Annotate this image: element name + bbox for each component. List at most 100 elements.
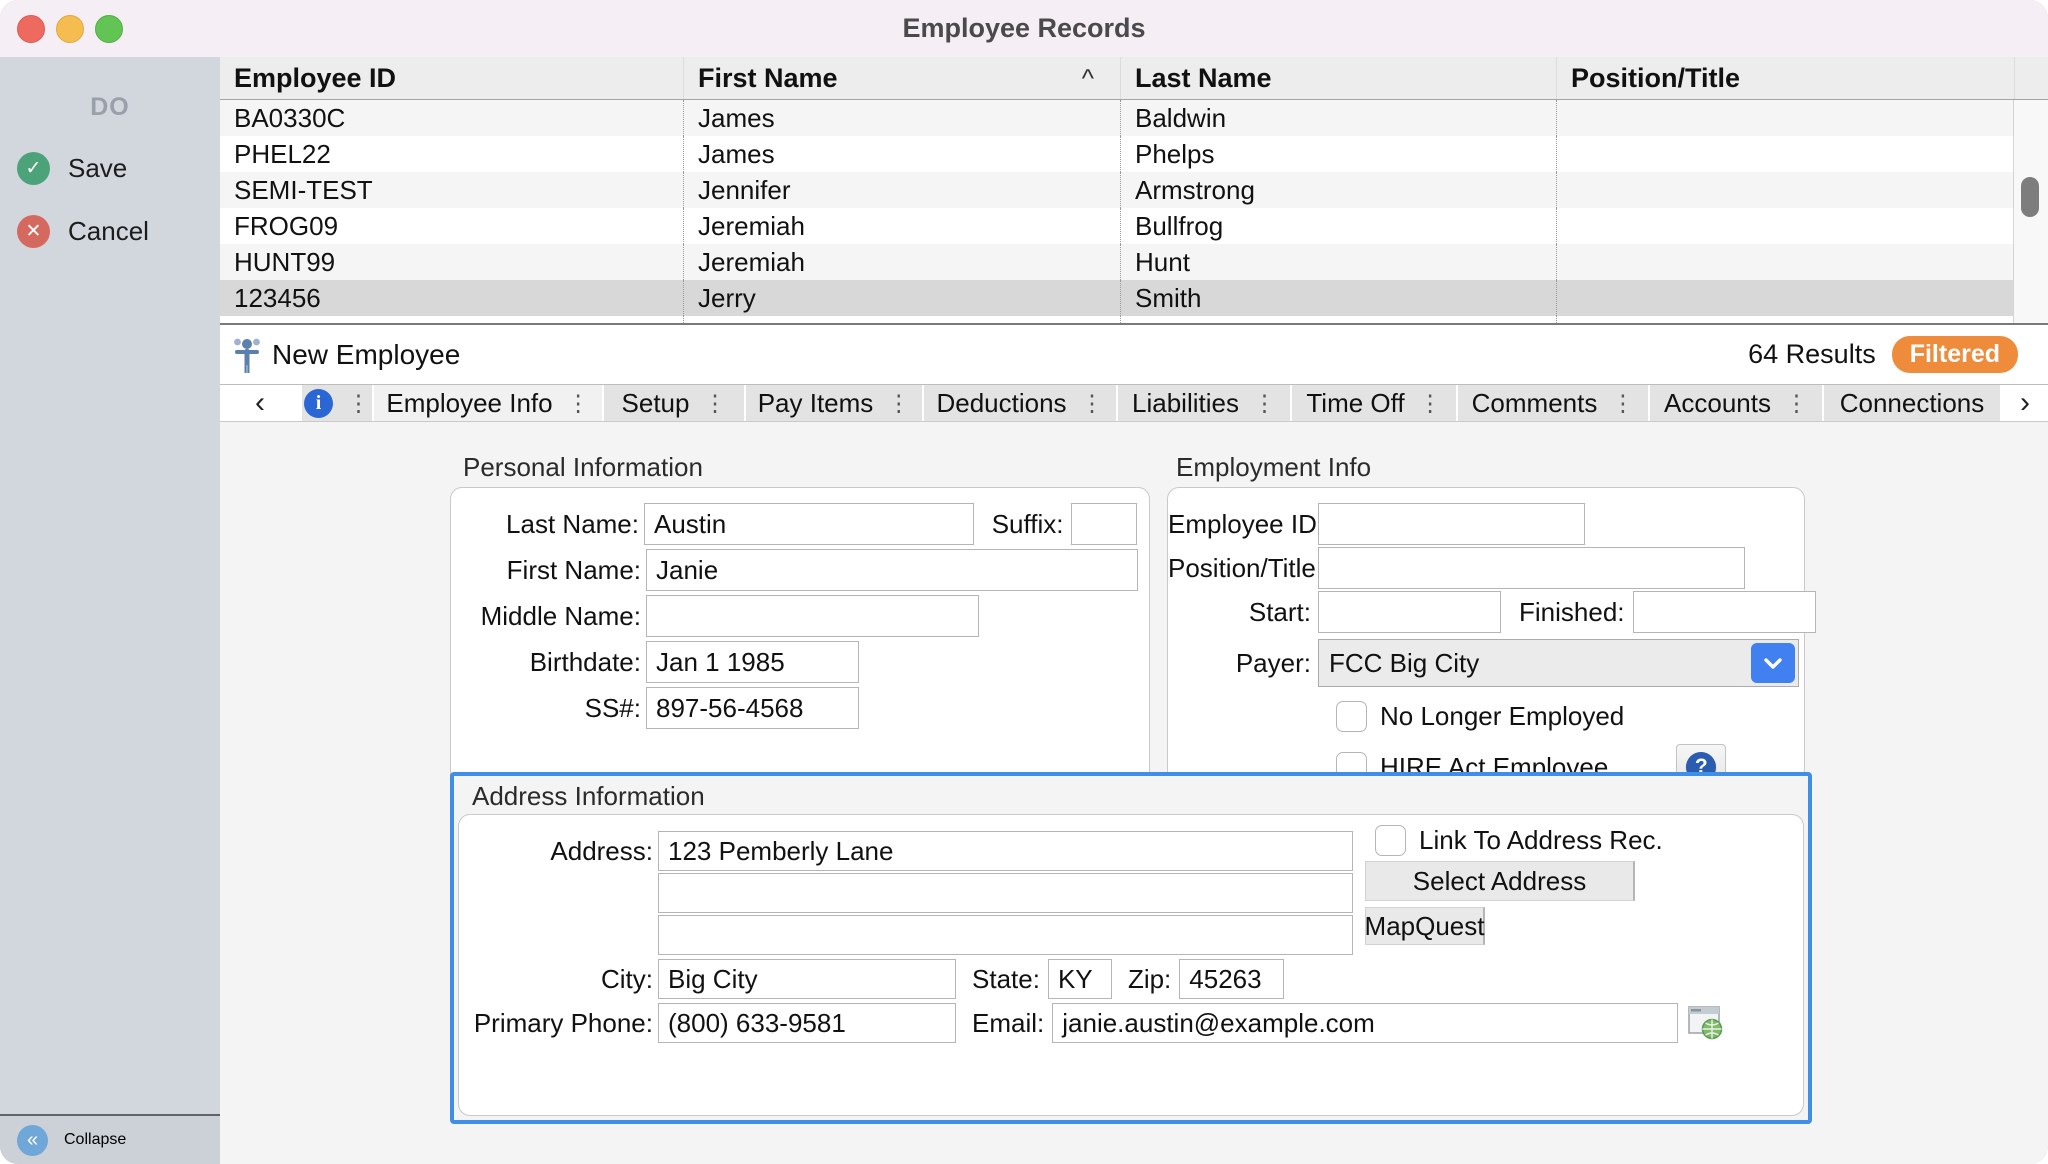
table-scrollbar[interactable] [2013, 100, 2048, 323]
close-window-button[interactable] [17, 15, 45, 43]
tab-comments[interactable]: Comments⋮ [1458, 385, 1648, 421]
finished-date-field[interactable] [1633, 591, 1816, 633]
table-row-selected[interactable]: 123456 Jerry Smith [220, 280, 2048, 316]
tab-menu-dots-icon[interactable]: ⋮ [1785, 390, 1808, 417]
position-title-field[interactable] [1318, 547, 1745, 589]
results-count: 64 Results [1748, 339, 1876, 370]
last-name-field[interactable]: Austin [644, 503, 974, 545]
tab-time-off[interactable]: Time Off⋮ [1292, 385, 1456, 421]
cancel-button[interactable]: ✕ Cancel [0, 215, 220, 248]
tab-menu-dots-icon[interactable]: ⋮ [1081, 390, 1104, 417]
cell-employee-id: HUNT99 [220, 244, 683, 280]
cell-employee-id: 123456 [220, 280, 683, 316]
table-row[interactable]: BA0330C James Baldwin [220, 100, 2048, 136]
start-date-field[interactable] [1318, 591, 1501, 633]
employment-info-title: Employment Info [1176, 452, 1371, 483]
ssn-field[interactable]: 897-56-4568 [646, 687, 859, 729]
address-info-box: Address: 123 Pemberly Lane City: Big Cit… [458, 814, 1804, 1116]
state-field[interactable]: KY [1048, 959, 1112, 999]
collapse-sidebar-button[interactable]: « Collapse [0, 1114, 220, 1164]
chevron-left-icon: ‹ [255, 386, 265, 420]
email-field[interactable]: janie.austin@example.com [1052, 1003, 1678, 1043]
tab-menu-dots-icon[interactable]: ⋮ [347, 390, 370, 417]
record-bar: New Employee 64 Results Filtered [220, 325, 2048, 385]
tab-menu-dots-icon[interactable]: ⋮ [1419, 390, 1442, 417]
table-row[interactable]: FROG09 Jeremiah Bullfrog [220, 208, 2048, 244]
cell-first-name: Jeremiah [683, 244, 1120, 280]
employee-id-field[interactable] [1318, 503, 1585, 545]
tab-menu-dots-icon[interactable]: ⋮ [703, 390, 726, 417]
suffix-field[interactable] [1071, 503, 1137, 545]
middle-name-field[interactable] [646, 595, 979, 637]
cell-first-name: Jeremiah [683, 208, 1120, 244]
tab-employee-info[interactable]: Employee Info⋮ [374, 385, 602, 421]
payer-dropdown[interactable]: FCC Big City [1318, 639, 1799, 687]
city-field[interactable]: Big City [658, 959, 956, 999]
first-name-label: First Name: [451, 555, 641, 586]
tab-menu-dots-icon[interactable]: ⋮ [887, 390, 910, 417]
action-sidebar: DO ✓ Save ✕ Cancel « Collapse [0, 57, 221, 1164]
zip-label: Zip: [1128, 964, 1171, 995]
link-to-address-checkbox[interactable] [1375, 825, 1406, 856]
tab-connections[interactable]: Connections [1824, 385, 2000, 421]
table-row[interactable]: HUNT99 Jeremiah Hunt [220, 244, 2048, 280]
cell-position [1556, 172, 2014, 208]
minimize-window-button[interactable] [56, 15, 84, 43]
save-button[interactable]: ✓ Save [0, 152, 220, 185]
cell-position [1556, 280, 2014, 316]
cell-position [1556, 100, 2014, 136]
table-row[interactable]: PHEL22 James Phelps [220, 136, 2048, 172]
sidebar-header: DO [0, 93, 220, 122]
cell-employee-id: SEMI-TEST [220, 172, 683, 208]
tab-menu-dots-icon[interactable]: ⋮ [567, 390, 590, 417]
open-in-browser-icon[interactable] [1688, 1006, 1724, 1040]
collapse-chevrons-icon: « [17, 1125, 48, 1156]
tab-liabilities[interactable]: Liabilities⋮ [1118, 385, 1290, 421]
no-longer-employed-checkbox[interactable] [1336, 701, 1367, 732]
zip-field[interactable]: 45263 [1179, 959, 1284, 999]
zoom-window-button[interactable] [95, 15, 123, 43]
tab-menu-dots-icon[interactable]: ⋮ [1611, 390, 1634, 417]
payer-value: FCC Big City [1329, 648, 1479, 679]
dropdown-chevron-icon [1751, 643, 1795, 683]
employee-table: Employee ID First Name^ Last Name Positi… [220, 57, 2048, 325]
address-line2-field[interactable] [658, 873, 1353, 913]
record-title: New Employee [233, 336, 460, 374]
tab-pay-items[interactable]: Pay Items⋮ [746, 385, 922, 421]
address-line3-field[interactable] [658, 915, 1353, 955]
tab-accounts[interactable]: Accounts⋮ [1650, 385, 1822, 421]
cell-first-name: James [683, 100, 1120, 136]
select-address-button[interactable]: Select Address [1365, 861, 1635, 901]
primary-phone-field[interactable]: (800) 633-9581 [658, 1003, 956, 1043]
main-area: Employee ID First Name^ Last Name Positi… [220, 57, 2048, 1164]
column-header-employee-id[interactable]: Employee ID [220, 57, 683, 99]
cell-position [1556, 208, 2014, 244]
tabs-scroll-left-button[interactable]: ‹ [220, 385, 300, 421]
cancel-x-icon: ✕ [17, 215, 50, 248]
tab-setup[interactable]: Setup⋮ [604, 385, 744, 421]
tab-record-info[interactable]: i ⋮ [302, 385, 372, 421]
tab-menu-dots-icon[interactable]: ⋮ [1253, 390, 1276, 417]
cell-last-name: Baldwin [1120, 100, 1556, 136]
table-row[interactable]: SEMI-TEST Jennifer Armstrong [220, 172, 2048, 208]
column-header-first-name[interactable]: First Name^ [683, 57, 1120, 99]
tabs-scroll-right-button[interactable]: › [2002, 385, 2048, 421]
tab-deductions[interactable]: Deductions⋮ [924, 385, 1116, 421]
save-check-icon: ✓ [17, 152, 50, 185]
filtered-badge[interactable]: Filtered [1892, 336, 2018, 373]
finished-label: Finished: [1519, 597, 1625, 628]
table-scrollbar-thumb[interactable] [2021, 177, 2039, 217]
no-longer-employed-label: No Longer Employed [1380, 701, 1624, 732]
window-controls [17, 15, 123, 43]
position-title-label: Position/Title: [1168, 553, 1311, 584]
email-label: Email: [972, 1008, 1044, 1039]
column-header-position[interactable]: Position/Title [1556, 57, 2014, 99]
first-name-field[interactable]: Janie [646, 549, 1138, 591]
column-header-last-name[interactable]: Last Name [1120, 57, 1556, 99]
mapquest-button[interactable]: MapQuest [1365, 907, 1485, 945]
chevron-right-icon: › [2020, 386, 2030, 420]
address-info-title: Address Information [472, 781, 705, 812]
cell-position [1556, 244, 2014, 280]
address-line1-field[interactable]: 123 Pemberly Lane [658, 831, 1353, 871]
birthdate-field[interactable]: Jan 1 1985 [646, 641, 859, 683]
